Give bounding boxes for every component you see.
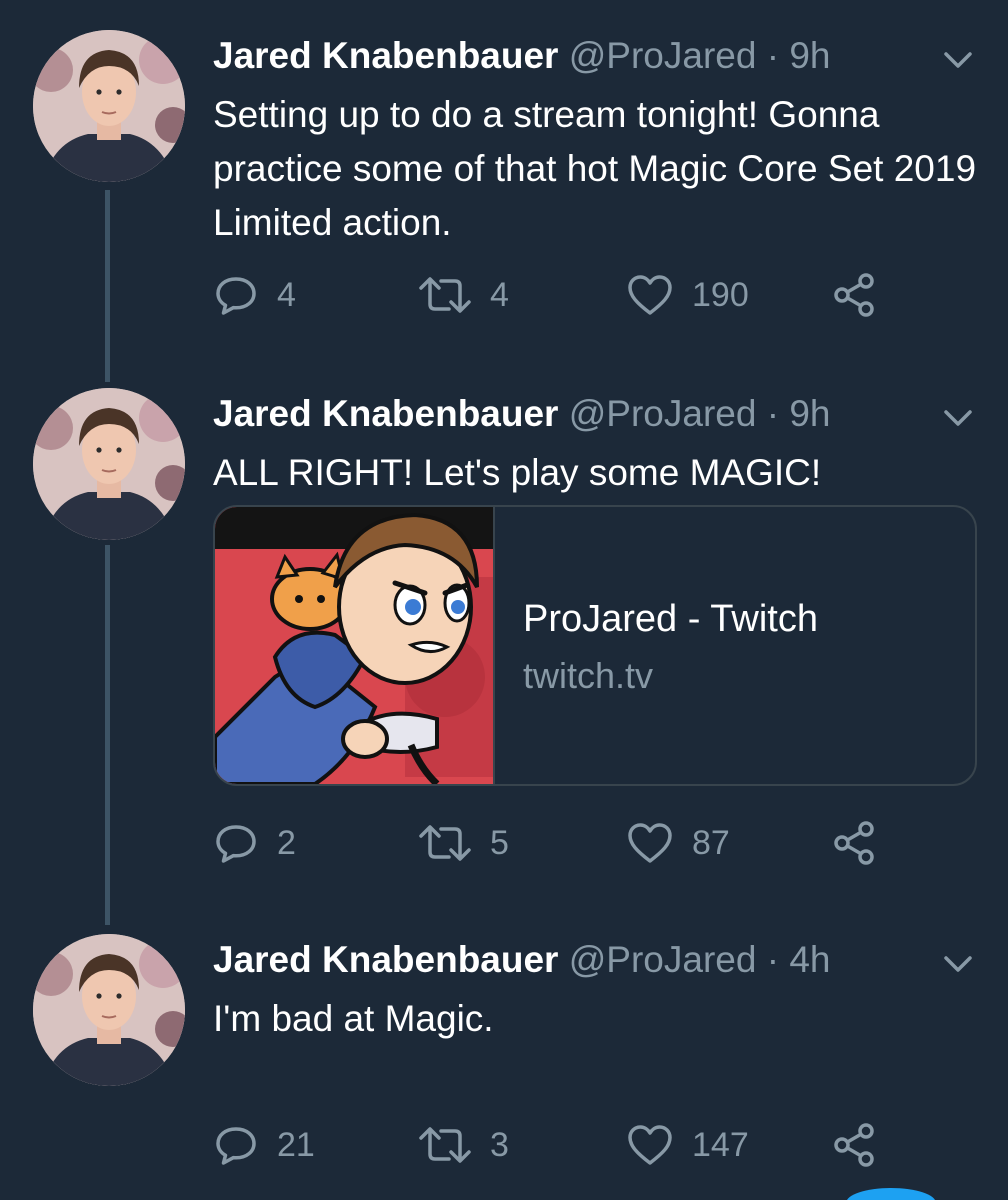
tweet[interactable]: Jared Knabenbauer @ProJared · 9h Setting… [0,10,1008,360]
card-domain: twitch.tv [523,655,654,696]
timestamp[interactable]: 9h [789,393,830,434]
separator-dot: · [766,939,780,980]
tweet-header: Jared Knabenbauer @ProJared · 9h [213,32,830,80]
heart-icon [628,823,672,863]
reply-button[interactable]: 2 [213,818,296,868]
link-card[interactable]: ProJared - Twitch twitch.tv [213,505,977,786]
reply-icon [216,1127,256,1165]
tweet-text: ALL RIGHT! Let's play some MAGIC! [213,452,822,493]
reply-button[interactable]: 4 [213,270,296,320]
reply-count: 2 [277,823,296,862]
reply-button[interactable]: 21 [213,1120,315,1170]
chevron-down-icon[interactable] [942,48,974,72]
retweet-button[interactable]: 5 [418,818,509,868]
share-button[interactable] [831,1120,879,1170]
tweet-header: Jared Knabenbauer @ProJared · 4h [213,936,830,984]
avatar[interactable] [33,30,185,182]
author-handle[interactable]: @ProJared [569,393,757,434]
chevron-down-icon[interactable] [942,406,974,430]
tweet[interactable]: Jared Knabenbauer @ProJared · 4h I'm bad… [0,914,1008,1194]
share-icon [834,1123,874,1167]
like-button[interactable]: 87 [626,818,730,868]
reply-count: 21 [277,1125,315,1164]
share-button[interactable] [831,818,879,868]
like-count: 147 [692,1125,749,1164]
card-title[interactable]: ProJared - Twitch [523,595,818,643]
tweet-text: I'm bad at Magic. [213,998,494,1039]
tweet-header: Jared Knabenbauer @ProJared · 9h [213,390,830,438]
retweet-icon [419,825,471,861]
author-name[interactable]: Jared Knabenbauer [213,939,558,980]
retweet-count: 4 [490,275,509,314]
like-count: 87 [692,823,730,862]
retweet-icon [419,1127,471,1163]
share-icon [834,273,874,317]
separator-dot: · [766,393,780,434]
retweet-icon [419,277,471,313]
share-icon [834,821,874,865]
timestamp[interactable]: 9h [789,35,830,76]
tweet-thread: Jared Knabenbauer @ProJared · 9h Setting… [0,0,1008,1200]
author-name[interactable]: Jared Knabenbauer [213,35,558,76]
separator-dot: · [766,35,780,76]
chevron-down-icon[interactable] [942,952,974,976]
author-handle[interactable]: @ProJared [569,35,757,76]
author-handle[interactable]: @ProJared [569,939,757,980]
like-count: 190 [692,275,749,314]
card-thumbnail [215,507,495,784]
retweet-button[interactable]: 3 [418,1120,509,1170]
tweet[interactable]: Jared Knabenbauer @ProJared · 9h ALL RIG… [0,368,1008,908]
retweet-count: 3 [490,1125,509,1164]
timestamp[interactable]: 4h [789,939,830,980]
tweet-actions: 4 4 190 [213,270,913,320]
author-name[interactable]: Jared Knabenbauer [213,393,558,434]
reply-icon [216,277,256,315]
retweet-button[interactable]: 4 [418,270,509,320]
tweet-actions: 21 3 147 [213,1120,913,1170]
like-button[interactable]: 190 [626,270,749,320]
reply-icon [216,825,256,863]
tweet-text: Setting up to do a stream tonight! Gonna… [213,94,977,243]
avatar[interactable] [33,934,185,1086]
heart-icon [628,275,672,315]
tweet-actions: 2 5 87 [213,818,913,868]
share-button[interactable] [831,270,879,320]
avatar[interactable] [33,388,185,540]
heart-icon [628,1125,672,1165]
retweet-count: 5 [490,823,509,862]
reply-count: 4 [277,275,296,314]
like-button[interactable]: 147 [626,1120,749,1170]
